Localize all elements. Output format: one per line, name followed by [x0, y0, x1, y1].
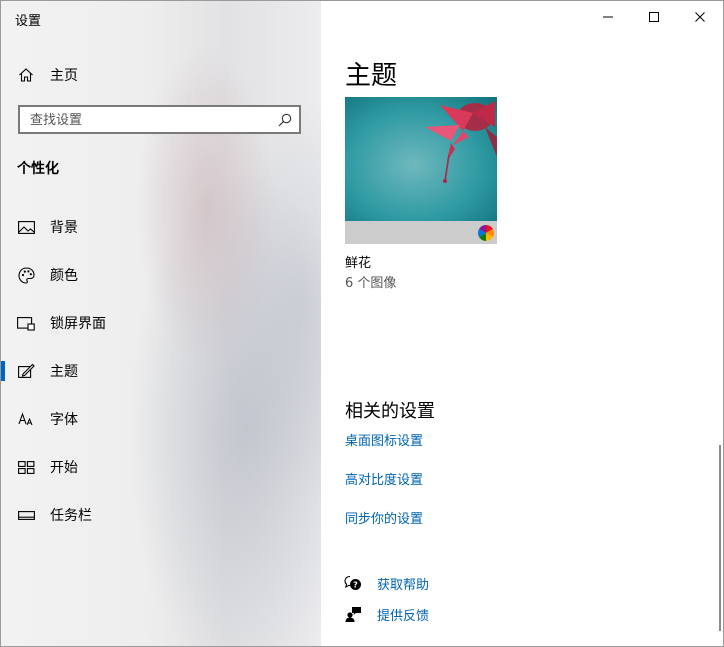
sidebar-item-label: 字体 [50, 412, 78, 428]
high-contrast-settings-link[interactable]: 高对比度设置 [345, 469, 423, 488]
sidebar-item-taskbar[interactable]: 任务栏 [1, 495, 321, 535]
sidebar-item-fonts[interactable]: 字体 [1, 399, 321, 439]
help-chat-icon: ? [343, 573, 363, 593]
feedback-person-icon [343, 604, 363, 624]
sidebar: 设置 主页 个性化 背景 颜色 [1, 1, 321, 646]
app-title: 设置 [15, 14, 42, 29]
start-grid-icon [17, 458, 35, 476]
theme-pen-icon [17, 362, 35, 380]
sidebar-item-label: 开始 [50, 460, 78, 476]
scrollbar[interactable] [719, 445, 721, 631]
theme-preview-image [345, 97, 497, 221]
search-box[interactable] [18, 105, 301, 134]
desktop-icon-settings-link[interactable]: 桌面图标设置 [345, 430, 423, 449]
svg-text:?: ? [353, 580, 358, 589]
taskbar-icon [17, 506, 35, 524]
feedback-link[interactable]: 提供反馈 [377, 605, 429, 624]
sidebar-item-label: 颜色 [50, 268, 78, 284]
sidebar-item-label: 主页 [50, 68, 78, 84]
theme-image-count: 6 个图像 [345, 276, 397, 291]
minimize-icon [603, 16, 613, 18]
page-title: 主题 [345, 61, 398, 91]
font-icon [17, 410, 35, 428]
sidebar-item-label: 背景 [50, 220, 78, 236]
picture-icon [17, 218, 35, 236]
color-wheel-icon [478, 225, 494, 241]
theme-name: 鲜花 [345, 256, 372, 271]
theme-color-bar [345, 221, 497, 244]
close-icon [695, 12, 705, 22]
get-help-row[interactable]: ? 获取帮助 [343, 573, 429, 593]
palette-icon [17, 266, 35, 284]
sidebar-item-colors[interactable]: 颜色 [1, 255, 321, 295]
main-content: 主题 鲜花 6 个图像 相关的设置 桌面图标设置 高对比度设置 同步你的设置 ?… [321, 1, 723, 646]
sidebar-item-home[interactable]: 主页 [1, 55, 321, 95]
maximize-button[interactable] [631, 1, 677, 33]
lock-screen-icon [17, 314, 35, 332]
search-input[interactable] [28, 107, 272, 134]
sidebar-item-label: 任务栏 [50, 508, 92, 524]
sync-settings-link[interactable]: 同步你的设置 [345, 508, 423, 527]
maximize-icon [649, 12, 659, 22]
search-icon[interactable] [277, 112, 293, 128]
related-settings-title: 相关的设置 [345, 401, 435, 422]
get-help-link[interactable]: 获取帮助 [377, 574, 429, 593]
sidebar-item-themes[interactable]: 主题 [1, 351, 321, 391]
sidebar-item-background[interactable]: 背景 [1, 207, 321, 247]
sidebar-item-lock-screen[interactable]: 锁屏界面 [1, 303, 321, 343]
sidebar-item-start[interactable]: 开始 [1, 447, 321, 487]
sidebar-item-label: 主题 [50, 364, 78, 380]
sidebar-item-label: 锁屏界面 [50, 316, 106, 332]
minimize-button[interactable] [585, 1, 631, 33]
theme-tile-flowers[interactable] [345, 97, 497, 245]
caption-buttons [585, 1, 723, 33]
settings-window: 设置 主页 个性化 背景 颜色 [0, 0, 724, 647]
section-title: 个性化 [17, 161, 59, 177]
close-button[interactable] [677, 1, 723, 33]
home-icon [17, 66, 35, 84]
feedback-row[interactable]: 提供反馈 [343, 604, 429, 624]
